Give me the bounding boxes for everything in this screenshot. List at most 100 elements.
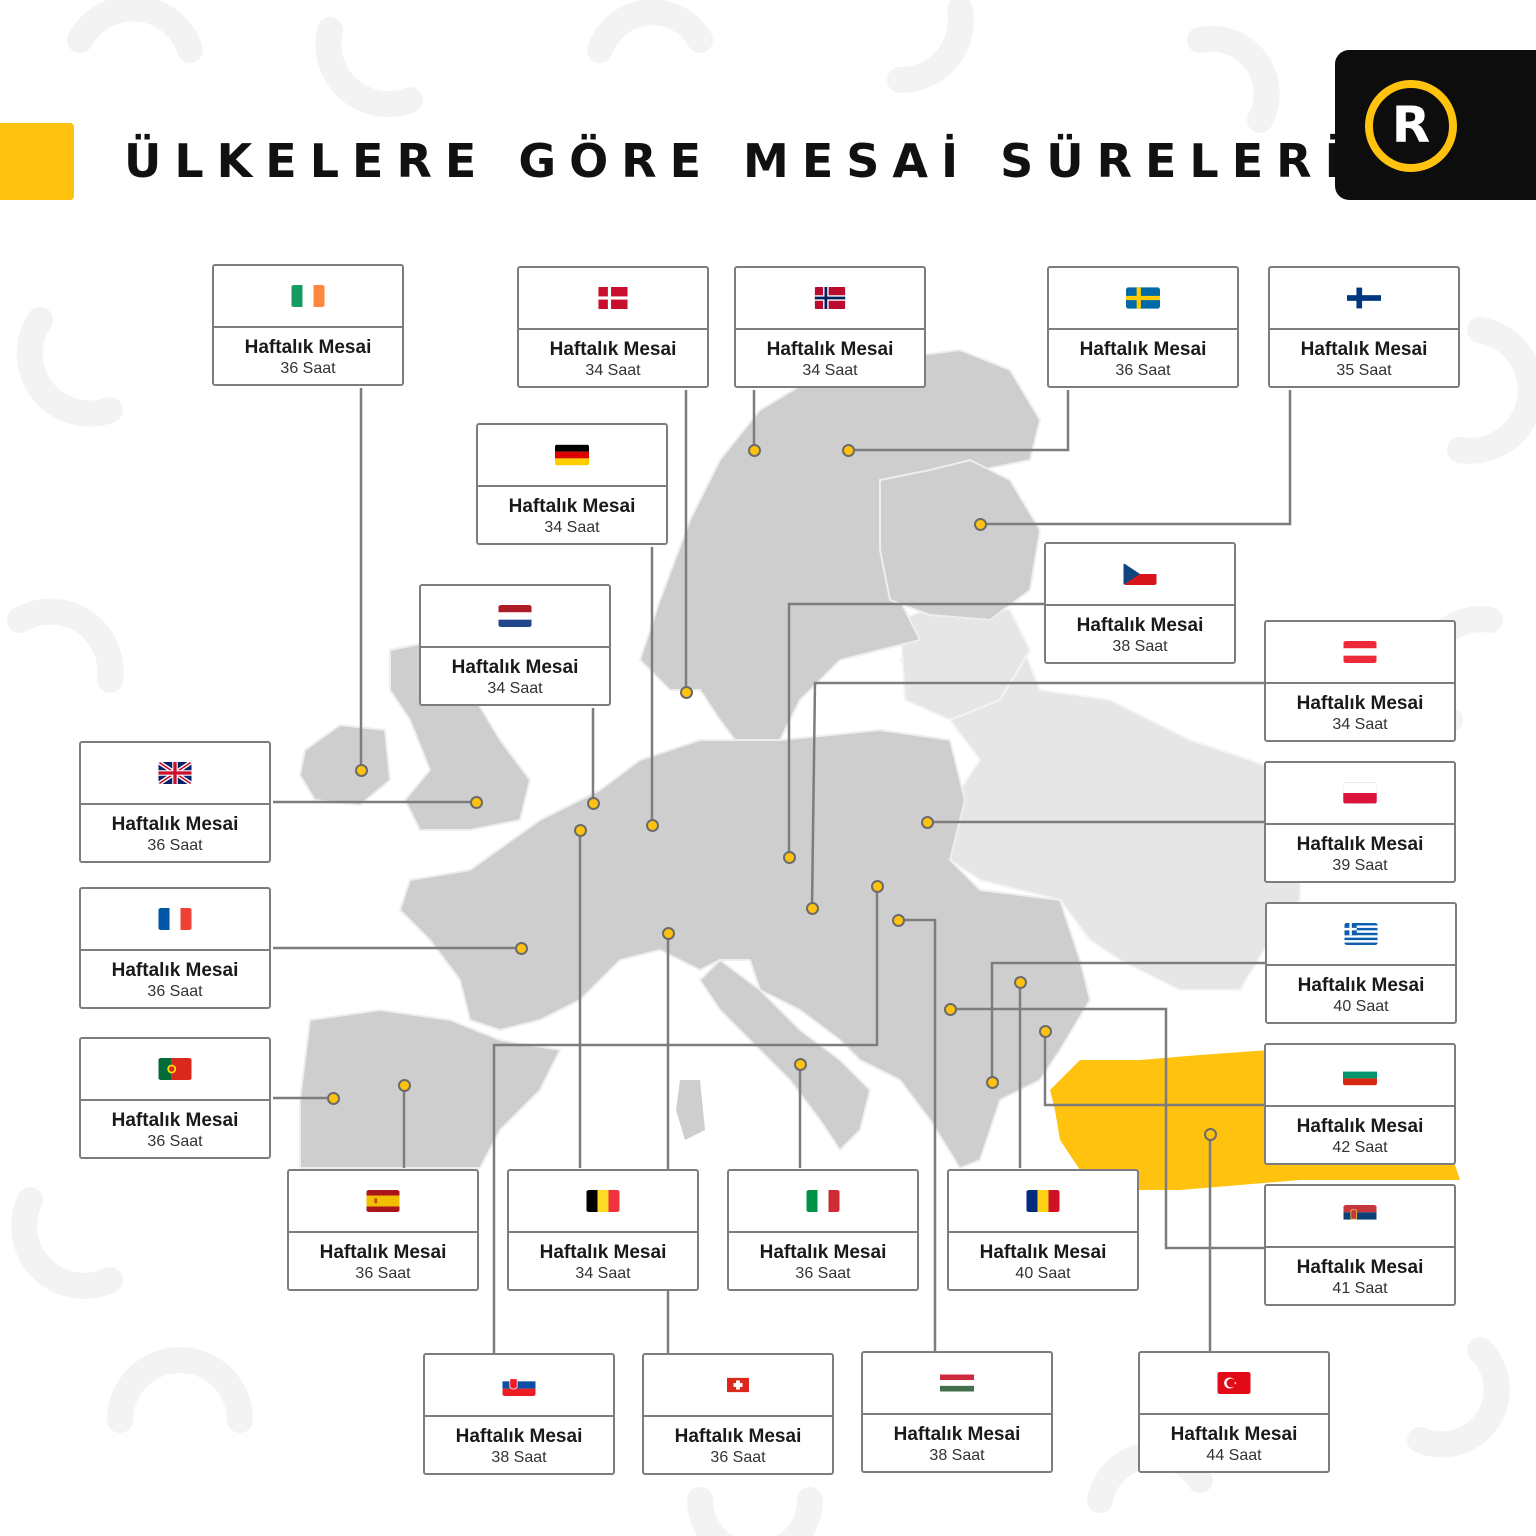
netherlands-location-dot — [586, 796, 600, 810]
country-card-portugal: Haftalık Mesai 36 Saat — [79, 1037, 271, 1159]
card-label: Haftalık Mesai — [508, 496, 636, 517]
austria-flag-icon — [1343, 641, 1377, 663]
card-label: Haftalık Mesai — [893, 1424, 1021, 1445]
card-label: Haftalık Mesai — [1297, 975, 1425, 996]
card-label: Haftalık Mesai — [1076, 615, 1204, 636]
country-card-greece: Haftalık Mesai 40 Saat — [1265, 902, 1457, 1024]
card-hours: 40 Saat — [1015, 1265, 1071, 1282]
card-hours: 34 Saat — [575, 1265, 631, 1282]
country-card-slovakia: Haftalık Mesai 38 Saat — [423, 1353, 615, 1475]
country-card-austria: Haftalık Mesai 34 Saat — [1264, 620, 1456, 742]
card-hours: 38 Saat — [929, 1447, 985, 1464]
card-label: Haftalık Mesai — [319, 1242, 447, 1263]
hungary-location-dot — [891, 913, 905, 927]
country-card-germany: Haftalık Mesai 34 Saat — [476, 423, 668, 545]
finland-location-dot — [973, 517, 987, 531]
card-hours: 38 Saat — [491, 1449, 547, 1466]
country-card-norway: Haftalık Mesai 34 Saat — [734, 266, 926, 388]
card-label: Haftalık Mesai — [1170, 1424, 1298, 1445]
card-hours: 34 Saat — [487, 680, 543, 697]
poland-flag-icon — [1343, 782, 1377, 804]
turkey-flag-icon — [1217, 1372, 1251, 1394]
card-label: Haftalık Mesai — [1296, 1257, 1424, 1278]
card-label: Haftalık Mesai — [455, 1426, 583, 1447]
card-hours: 36 Saat — [147, 1133, 203, 1150]
iberia-region — [299, 1008, 562, 1169]
card-label: Haftalık Mesai — [111, 814, 239, 835]
card-hours: 36 Saat — [147, 983, 203, 1000]
country-card-turkey: Haftalık Mesai 44 Saat — [1138, 1351, 1330, 1473]
card-label: Haftalık Mesai — [111, 960, 239, 981]
card-hours: 36 Saat — [147, 837, 203, 854]
france-location-dot — [514, 941, 528, 955]
switzerland-location-dot — [661, 926, 675, 940]
card-label: Haftalık Mesai — [451, 657, 579, 678]
norway-flag-icon — [814, 287, 846, 309]
netherlands-flag-icon — [498, 605, 532, 627]
card-hours: 36 Saat — [795, 1265, 851, 1282]
country-card-denmark: Haftalık Mesai 34 Saat — [517, 266, 709, 388]
sweden-location-dot — [841, 443, 855, 457]
card-label: Haftalık Mesai — [766, 339, 894, 360]
card-label: Haftalık Mesai — [1296, 834, 1424, 855]
turkey-location-dot — [1203, 1127, 1217, 1141]
portugal-location-dot — [326, 1091, 340, 1105]
card-label: Haftalık Mesai — [1296, 1116, 1424, 1137]
country-card-finland: Haftalık Mesai 35 Saat — [1268, 266, 1460, 388]
germany-location-dot — [645, 818, 659, 832]
card-hours: 36 Saat — [1115, 362, 1171, 379]
country-card-ireland: Haftalık Mesai 36 Saat — [212, 264, 404, 386]
country-card-poland: Haftalık Mesai 39 Saat — [1264, 761, 1456, 883]
ireland-location-dot — [354, 763, 368, 777]
uk-flag-icon — [158, 762, 192, 784]
country-card-switzerland: Haftalık Mesai 36 Saat — [642, 1353, 834, 1475]
card-hours: 38 Saat — [1112, 638, 1168, 655]
ireland-region — [298, 723, 392, 807]
card-label: Haftalık Mesai — [674, 1426, 802, 1447]
card-label: Haftalık Mesai — [244, 337, 372, 358]
card-hours: 34 Saat — [802, 362, 858, 379]
finland-flag-icon — [1347, 287, 1381, 309]
country-card-hungary: Haftalık Mesai 38 Saat — [861, 1351, 1053, 1473]
germany-flag-icon — [555, 444, 589, 466]
card-hours: 34 Saat — [544, 519, 600, 536]
country-card-spain: Haftalık Mesai 36 Saat — [287, 1169, 479, 1291]
card-hours: 40 Saat — [1333, 998, 1389, 1015]
denmark-flag-icon — [598, 287, 628, 309]
country-card-czechia: Haftalık Mesai 38 Saat — [1044, 542, 1236, 664]
romania-location-dot — [1013, 975, 1027, 989]
card-label: Haftalık Mesai — [111, 1110, 239, 1131]
card-label: Haftalık Mesai — [1300, 339, 1428, 360]
card-label: Haftalık Mesai — [549, 339, 677, 360]
czechia-flag-icon — [1123, 563, 1157, 585]
slovakia-location-dot — [870, 879, 884, 893]
ireland-flag-icon — [291, 285, 325, 307]
belgium-flag-icon — [586, 1190, 620, 1212]
card-label: Haftalık Mesai — [1079, 339, 1207, 360]
card-label: Haftalık Mesai — [759, 1242, 887, 1263]
belgium-location-dot — [573, 823, 587, 837]
serbia-location-dot — [943, 1002, 957, 1016]
country-card-belgium: Haftalık Mesai 34 Saat — [507, 1169, 699, 1291]
country-card-united-kingdom: Haftalık Mesai 36 Saat — [79, 741, 271, 863]
country-card-netherlands: Haftalık Mesai 34 Saat — [419, 584, 611, 706]
card-label: Haftalık Mesai — [1296, 693, 1424, 714]
card-hours: 39 Saat — [1332, 857, 1388, 874]
norway-location-dot — [747, 443, 761, 457]
country-card-romania: Haftalık Mesai 40 Saat — [947, 1169, 1139, 1291]
card-hours: 44 Saat — [1206, 1447, 1262, 1464]
card-hours: 36 Saat — [355, 1265, 411, 1282]
card-label: Haftalık Mesai — [979, 1242, 1107, 1263]
poland-location-dot — [920, 815, 934, 829]
country-card-serbia: Haftalık Mesai 41 Saat — [1264, 1184, 1456, 1306]
card-hours: 36 Saat — [710, 1449, 766, 1466]
italy-flag-icon — [806, 1190, 840, 1212]
card-hours: 41 Saat — [1332, 1280, 1388, 1297]
italy-location-dot — [793, 1057, 807, 1071]
spain-location-dot — [397, 1078, 411, 1092]
denmark-location-dot — [679, 685, 693, 699]
czechia-location-dot — [782, 850, 796, 864]
finland-region — [879, 458, 1042, 622]
country-card-italy: Haftalık Mesai 36 Saat — [727, 1169, 919, 1291]
hungary-flag-icon — [940, 1374, 974, 1392]
